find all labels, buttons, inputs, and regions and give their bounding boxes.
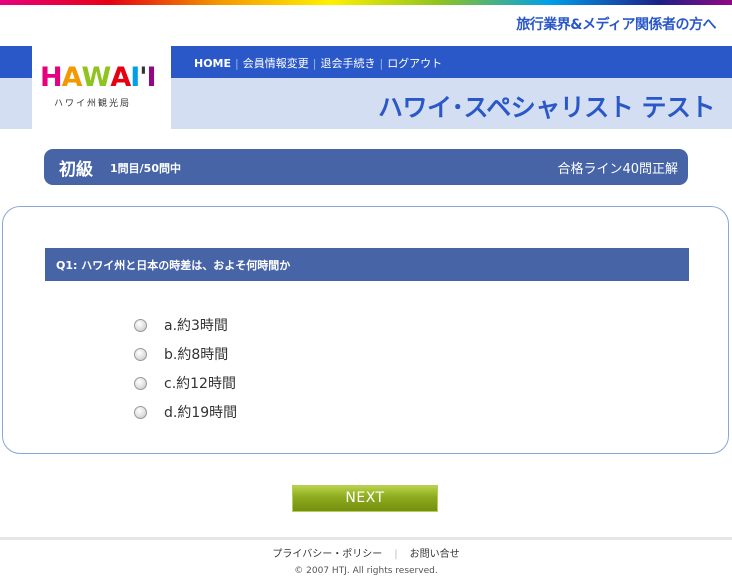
nav-withdraw-link[interactable]: 退会手続き: [320, 57, 375, 70]
footer-divider: [0, 537, 732, 540]
footer-separator: |: [394, 549, 398, 560]
next-button[interactable]: NEXT: [292, 485, 438, 512]
nav-separator: |: [312, 57, 317, 70]
question-progress: 1問目/50問中: [110, 162, 181, 175]
answer-option-label: a.約3時間: [164, 318, 228, 334]
answer-option-label: d.約19時間: [164, 405, 238, 421]
radio-button[interactable]: [134, 376, 147, 390]
top-nav: HOME | 会員情報変更 | 退会手続き | ログアウト: [194, 55, 442, 71]
header-band-left-pale: [0, 78, 32, 129]
header-band-left: [0, 46, 32, 78]
industry-media-link[interactable]: 旅行業界&メディア関係者の方へ: [516, 14, 716, 34]
title-bar: ハワイ･スペシャリスト テスト: [171, 78, 732, 129]
radio-button[interactable]: [134, 347, 147, 361]
answer-option-d[interactable]: d.約19時間: [134, 402, 237, 422]
logo-letter: H: [40, 62, 63, 93]
top-nav-bar: HOME | 会員情報変更 | 退会手続き | ログアウト: [171, 46, 732, 78]
rainbow-stripe: [0, 0, 732, 5]
logo-letter: A: [110, 62, 131, 93]
pass-line-label: 合格ライン40問正解: [557, 162, 678, 177]
contact-link[interactable]: お問い合せ: [410, 549, 460, 560]
radio-button[interactable]: [134, 318, 147, 332]
copyright-text: © 2007 HTJ. All rights reserved.: [294, 566, 438, 576]
answer-option-c[interactable]: c.約12時間: [134, 373, 236, 393]
nav-home-link[interactable]: HOME: [194, 57, 231, 70]
logo-letter: I: [146, 62, 157, 93]
nav-profile-link[interactable]: 会員情報変更: [243, 57, 309, 70]
question-text: Q1: ハワイ州と日本の時差は、およそ何時間か: [56, 259, 291, 272]
logo-letter: ': [139, 62, 147, 93]
logo-letter: W: [81, 62, 112, 93]
page-title: ハワイ･スペシャリスト テスト: [378, 93, 715, 122]
answer-option-label: c.約12時間: [164, 376, 236, 392]
nav-separator: |: [235, 57, 239, 70]
nav-logout-link[interactable]: ログアウト: [387, 57, 442, 70]
answer-option-label: b.約8時間: [164, 347, 229, 363]
radio-button[interactable]: [134, 405, 147, 419]
logo-subtitle: ハワイ州観光局: [54, 99, 132, 109]
question-header: Q1: ハワイ州と日本の時差は、およそ何時間か: [45, 248, 689, 281]
answer-option-a[interactable]: a.約3時間: [134, 315, 228, 335]
footer-links: プライバシー・ポリシー | お問い合せ: [0, 545, 732, 560]
logo-letter: I: [130, 62, 140, 93]
logo-wordmark: HAWAI'I: [40, 62, 157, 93]
question-panel: Q1: ハワイ州と日本の時差は、およそ何時間か a.約3時間 b.約8時間 c.…: [2, 206, 729, 454]
quiz-status-bar: 初級 1問目/50問中 合格ライン40問正解: [44, 149, 688, 185]
level-label: 初級: [59, 160, 93, 180]
hawaii-logo[interactable]: HAWAI'I ハワイ州観光局: [32, 46, 171, 129]
logo-letter: A: [61, 62, 83, 93]
privacy-policy-link[interactable]: プライバシー・ポリシー: [272, 549, 382, 560]
nav-separator: |: [379, 57, 384, 70]
answer-option-b[interactable]: b.約8時間: [134, 344, 228, 364]
